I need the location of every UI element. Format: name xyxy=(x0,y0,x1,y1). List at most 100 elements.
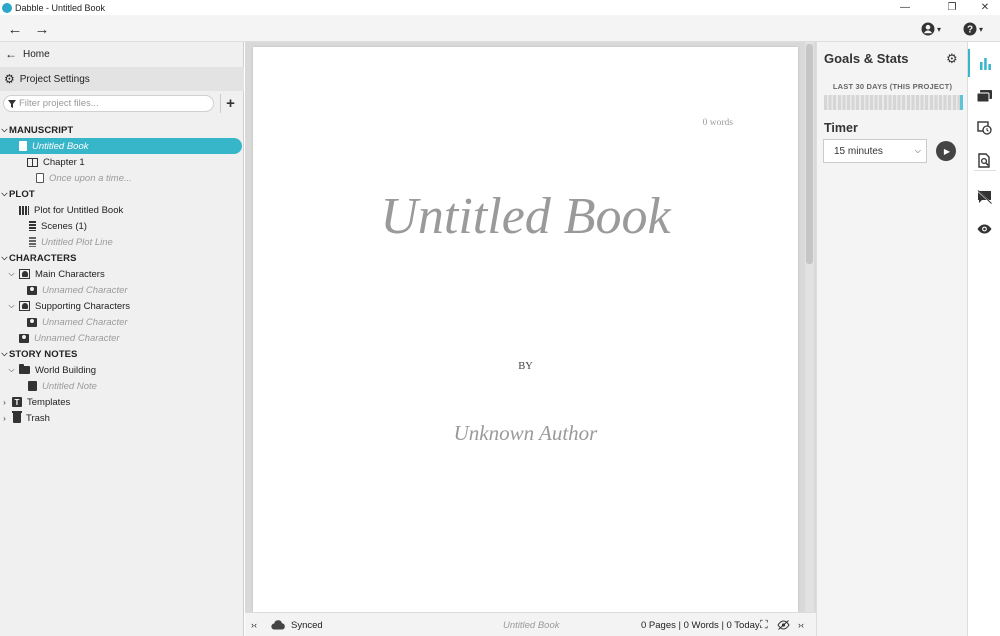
add-item-button[interactable]: + xyxy=(220,94,240,113)
close-button[interactable]: ✕ xyxy=(970,0,1000,15)
stats-tab[interactable] xyxy=(968,49,1000,77)
chevron-down-icon[interactable]: ⌵ xyxy=(0,253,9,263)
tree-item-trash[interactable]: › Trash xyxy=(0,410,244,426)
help-button[interactable]: ? ▾ xyxy=(959,19,987,39)
status-doc-title: Untitled Book xyxy=(503,619,560,631)
templates-icon: T xyxy=(12,397,22,407)
tree-item-label: Untitled Plot Line xyxy=(41,236,113,248)
section-plot[interactable]: ⌵ PLOT xyxy=(0,186,244,202)
tree-item-supporting-characters[interactable]: ⌵ Supporting Characters xyxy=(0,298,244,314)
home-link[interactable]: ← Home xyxy=(0,45,244,63)
preview-icon xyxy=(977,224,992,234)
tree-item-character[interactable]: Unnamed Character xyxy=(0,330,244,346)
timer-label: Timer xyxy=(824,121,858,135)
sync-status: Synced xyxy=(291,619,323,631)
document-stats: 0 Pages | 0 Words | 0 Today xyxy=(641,619,760,631)
trash-icon xyxy=(12,411,22,423)
tree-item-main-characters[interactable]: ⌵ Main Characters xyxy=(0,266,244,282)
tree-item-plot[interactable]: Plot for Untitled Book xyxy=(0,202,244,218)
tree-item-label: World Building xyxy=(35,364,97,376)
chevron-down-icon[interactable]: ⌵ xyxy=(7,269,16,279)
section-label: MANUSCRIPT xyxy=(9,124,74,136)
tree-item-label: Main Characters xyxy=(35,268,105,280)
tree-item-label: Unnamed Character xyxy=(42,316,128,328)
scrollbar-thumb[interactable] xyxy=(806,44,813,264)
project-settings-link[interactable]: ⚙ Project Settings xyxy=(0,67,244,91)
account-button[interactable]: ▾ xyxy=(918,19,944,39)
timer-duration-select[interactable]: 15 minutes ⌵ xyxy=(823,139,927,163)
chevron-down-icon[interactable]: ⌵ xyxy=(0,349,9,359)
chevron-right-icon[interactable]: › xyxy=(0,398,9,407)
character-group-icon xyxy=(19,301,30,311)
fullscreen-icon[interactable]: ⛶ xyxy=(760,613,768,636)
section-characters[interactable]: ⌵ CHARACTERS xyxy=(0,250,244,266)
editor-area: 0 words Untitled Book BY Unknown Author xyxy=(245,42,816,612)
tree-item-label: Untitled Book xyxy=(32,140,89,152)
tree-item-note[interactable]: Untitled Note xyxy=(0,378,244,394)
title-bar: Dabble - Untitled Book — ❐ ✕ xyxy=(0,0,1000,15)
svg-text:?: ? xyxy=(967,25,973,36)
chevron-down-icon[interactable]: ⌵ xyxy=(0,189,9,199)
history-icon xyxy=(977,121,992,135)
tree-item-book[interactable]: Untitled Book xyxy=(0,138,242,154)
chevron-down-icon: ⌵ xyxy=(914,146,921,155)
tree-item-label: Templates xyxy=(27,396,71,408)
tree-item-scenes[interactable]: Scenes (1) xyxy=(0,218,244,234)
timer-play-button[interactable]: ▶ xyxy=(936,141,956,161)
title-page[interactable]: 0 words Untitled Book BY Unknown Author xyxy=(253,47,798,612)
tree-item-plot-line[interactable]: Untitled Plot Line xyxy=(0,234,244,250)
tree-item-world-building[interactable]: ⌵ World Building xyxy=(0,362,244,378)
account-icon xyxy=(921,22,935,36)
filter-field[interactable] xyxy=(3,95,214,112)
tree-item-label: Scenes (1) xyxy=(41,220,87,232)
by-label: BY xyxy=(518,361,533,372)
toolbar: ← → ▾ ? ▾ xyxy=(0,15,1000,42)
home-label: Home xyxy=(23,48,50,60)
comments-tab[interactable] xyxy=(968,82,1000,110)
toggle-comments-tab[interactable] xyxy=(968,183,1000,211)
help-caret-icon: ▾ xyxy=(978,24,983,34)
account-caret-icon: ▾ xyxy=(936,24,941,34)
scene-doc-icon xyxy=(36,173,44,183)
editor-scrollbar[interactable] xyxy=(805,42,814,612)
chevron-right-icon[interactable]: › xyxy=(0,414,9,423)
back-button[interactable]: ← xyxy=(5,19,25,39)
goals-panel: Goals & Stats ⚙ LAST 30 DAYS (THIS PROJE… xyxy=(816,42,967,636)
project-sidebar: ← Home ⚙ Project Settings + ⌵ MANUSCRIPT… xyxy=(0,42,244,636)
section-story-notes[interactable]: ⌵ STORY NOTES xyxy=(0,346,244,362)
section-label: STORY NOTES xyxy=(9,348,78,360)
note-icon xyxy=(28,381,37,391)
tree-item-label: Supporting Characters xyxy=(35,300,131,312)
forward-button[interactable]: → xyxy=(32,19,52,39)
section-label: PLOT xyxy=(9,188,35,200)
chevron-down-icon[interactable]: ⌵ xyxy=(7,301,16,311)
character-icon xyxy=(27,285,37,295)
filter-input[interactable] xyxy=(19,98,204,109)
right-tool-rail xyxy=(967,42,1000,636)
collapse-right-button[interactable]: ›‹ xyxy=(798,613,804,636)
filter-icon xyxy=(8,99,16,108)
tree-item-character[interactable]: Unnamed Character xyxy=(0,314,244,330)
tree-item-scene[interactable]: Once upon a time... xyxy=(0,170,244,186)
chevron-down-icon[interactable]: ⌵ xyxy=(0,125,9,135)
cloud-icon xyxy=(271,613,285,636)
character-icon xyxy=(27,317,37,327)
goals-settings-button[interactable]: ⚙ xyxy=(946,51,958,67)
chevron-down-icon[interactable]: ⌵ xyxy=(7,365,16,375)
collapse-left-button[interactable]: ›‹ xyxy=(251,613,257,636)
tree-item-chapter[interactable]: Chapter 1 xyxy=(0,154,244,170)
preview-tab[interactable] xyxy=(968,215,1000,243)
minimize-button[interactable]: — xyxy=(890,0,920,15)
character-icon xyxy=(19,333,29,343)
history-tab[interactable] xyxy=(968,114,1000,142)
dabble-logo-icon xyxy=(2,2,12,13)
author-name[interactable]: Unknown Author xyxy=(253,421,798,446)
timer-duration-value: 15 minutes xyxy=(834,145,883,157)
section-manuscript[interactable]: ⌵ MANUSCRIPT xyxy=(0,122,244,138)
hide-icon[interactable] xyxy=(777,613,790,636)
restore-button[interactable]: ❐ xyxy=(937,0,967,15)
tree-item-character[interactable]: Unnamed Character xyxy=(0,282,244,298)
hide-comments-icon xyxy=(977,190,992,204)
book-title[interactable]: Untitled Book xyxy=(253,187,798,246)
tree-item-templates[interactable]: › T Templates xyxy=(0,394,244,410)
